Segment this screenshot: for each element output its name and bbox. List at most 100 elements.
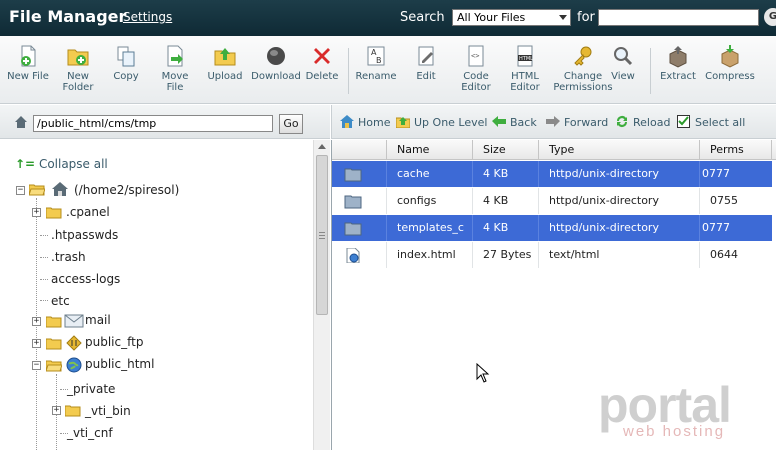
nav-bar: Home Up One Level Back Forward Reload Se…	[331, 105, 776, 139]
file-row[interactable]: configs 4 KB httpd/unix-directory 0755	[332, 188, 772, 214]
directory-tree: ↑= Collapse all − (/home2/spiresol) + .c…	[0, 140, 313, 450]
file-name: configs	[387, 188, 473, 214]
html-file-icon	[346, 248, 360, 263]
expand-toggle[interactable]: +	[32, 339, 41, 348]
tree-node-root[interactable]: (/home2/spiresol)	[74, 183, 179, 197]
collapse-all-button[interactable]: ↑= Collapse all	[15, 157, 108, 171]
scroll-up-arrow-icon[interactable]	[318, 144, 326, 149]
file-row[interactable]: cache 4 KB httpd/unix-directory 0777	[332, 161, 772, 187]
edit-button[interactable]: Edit	[410, 44, 442, 82]
reload-label: Reload	[633, 116, 671, 129]
tree-node-htpasswds[interactable]: .htpasswds	[51, 228, 118, 242]
settings-link[interactable]: Settings	[123, 10, 172, 24]
view-label: View	[611, 71, 635, 82]
path-go-button[interactable]: Go	[279, 114, 303, 134]
tree-node-access-logs[interactable]: access-logs	[51, 272, 120, 286]
extract-icon	[669, 46, 687, 68]
extract-label: Extract	[660, 71, 696, 82]
html-editor-button[interactable]: HTML HTML Editor	[505, 44, 545, 93]
tree-node-public-ftp[interactable]: public_ftp	[85, 335, 143, 349]
rename-button[interactable]: A B Rename	[354, 44, 398, 82]
home-button[interactable]: Home	[340, 115, 390, 129]
home-label: Home	[358, 116, 391, 129]
tree-connector	[40, 300, 48, 301]
extract-button[interactable]: Extract	[658, 44, 698, 82]
search-input[interactable]	[598, 9, 759, 26]
column-header-type[interactable]: Type	[539, 140, 700, 160]
icon-cell	[332, 188, 387, 214]
collapse-toggle[interactable]: −	[16, 186, 25, 195]
up-one-level-button[interactable]: Up One Level	[396, 115, 487, 129]
file-size: 4 KB	[473, 161, 539, 187]
search-scope-select[interactable]: All Your Files	[452, 9, 571, 26]
tree-node-vti-cnf[interactable]: _vti_cnf	[67, 426, 113, 440]
html-editor-icon: HTML	[517, 45, 533, 67]
search-go-button[interactable]: G	[764, 8, 776, 26]
copy-label: Copy	[113, 71, 139, 82]
column-header-perms[interactable]: Perms	[700, 140, 772, 160]
tree-node-vti-bin[interactable]: _vti_bin	[85, 404, 131, 418]
tree-scrollbar[interactable]	[313, 140, 330, 450]
file-perms: 0755	[710, 194, 738, 207]
collapse-toggle[interactable]: −	[32, 361, 41, 370]
ftp-icon	[66, 335, 82, 351]
folder-icon	[46, 338, 62, 350]
delete-button[interactable]: Delete	[304, 44, 340, 82]
svg-text:<>: <>	[471, 52, 479, 60]
scrollbar-thumb[interactable]	[316, 155, 328, 315]
reload-icon	[617, 116, 627, 127]
view-button[interactable]: View	[606, 44, 640, 82]
tree-connector	[40, 235, 48, 236]
back-button[interactable]: Back	[492, 115, 537, 129]
upload-button[interactable]: Upload	[205, 44, 245, 82]
path-input[interactable]	[33, 115, 273, 132]
tree-node-trash[interactable]: .trash	[51, 250, 86, 264]
file-name: cache	[387, 161, 473, 187]
folder-up-icon	[396, 117, 410, 128]
move-file-button[interactable]: Move File	[155, 44, 195, 93]
code-editor-button[interactable]: <> Code Editor	[456, 44, 496, 93]
folder-icon	[65, 405, 81, 417]
mouse-cursor-icon	[476, 363, 490, 383]
back-arrow-icon	[492, 116, 506, 127]
upload-icon	[214, 48, 236, 66]
compress-button[interactable]: Compress	[703, 44, 757, 82]
download-button[interactable]: Download	[251, 44, 301, 82]
folder-icon	[344, 222, 362, 236]
new-folder-icon	[67, 49, 89, 66]
globe-icon	[66, 357, 82, 373]
folder-icon	[344, 168, 362, 182]
svg-text:B: B	[376, 56, 382, 65]
edit-label: Edit	[416, 71, 436, 82]
tree-node-cpanel[interactable]: .cpanel	[66, 205, 110, 219]
file-row[interactable]: templates_c 4 KB httpd/unix-directory 07…	[332, 215, 772, 241]
copy-button[interactable]: Copy	[108, 44, 144, 82]
file-name: templates_c	[387, 215, 473, 241]
tree-node-public-html[interactable]: public_html	[85, 357, 154, 371]
column-header-size[interactable]: Size	[473, 140, 539, 160]
tree-node-mail[interactable]: mail	[85, 313, 111, 327]
icon-column-header	[332, 140, 387, 160]
tree-node-private[interactable]: _private	[67, 382, 115, 396]
expand-toggle[interactable]: +	[32, 208, 41, 217]
select-all-button[interactable]: Select all	[677, 115, 745, 129]
expand-toggle[interactable]: +	[52, 406, 61, 415]
expand-toggle[interactable]: +	[32, 317, 41, 326]
watermark-subtitle: web hosting	[623, 423, 726, 440]
edit-icon	[418, 46, 434, 66]
tree-connector	[40, 257, 48, 258]
tree-node-etc[interactable]: etc	[51, 294, 70, 308]
file-perms: 0777	[702, 167, 730, 180]
home-icon	[15, 116, 27, 128]
checkbox-checked-icon	[677, 115, 690, 128]
move-file-icon	[167, 45, 183, 67]
download-label: Download	[251, 71, 301, 82]
new-file-button[interactable]: New File	[6, 44, 50, 82]
reload-button[interactable]: Reload	[615, 115, 670, 129]
forward-button[interactable]: Forward	[546, 115, 608, 129]
search-label: Search	[400, 10, 445, 25]
new-folder-button[interactable]: New Folder	[56, 44, 100, 93]
collapse-all-label: Collapse all	[38, 157, 108, 171]
file-row[interactable]: index.html 27 Bytes text/html 0644	[332, 242, 772, 268]
column-header-name[interactable]: Name	[387, 140, 473, 160]
